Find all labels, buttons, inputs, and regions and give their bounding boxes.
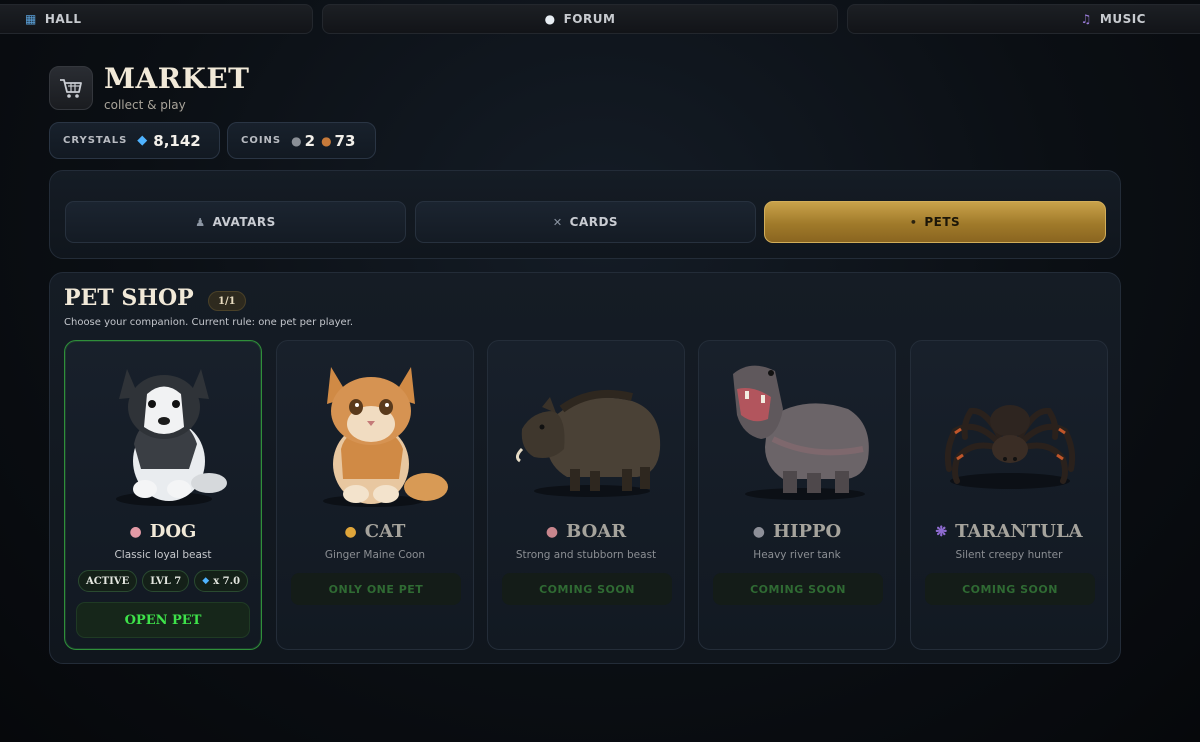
pet-card-hippo[interactable]: ● HIPPO Heavy river tank COMING SOON (698, 340, 896, 650)
nav-hall-button[interactable]: ▦ HALL (0, 4, 313, 34)
open-pet-button[interactable]: OPEN PET (76, 602, 250, 638)
coins-balance: COINS ● 2 ● 73 (227, 122, 376, 159)
coming-soon-button[interactable]: COMING SOON (713, 573, 883, 605)
pet-name-hippo: ● HIPPO (699, 521, 895, 542)
top-nav: ▦ HALL ● FORUM ♫ MUSIC (0, 4, 1200, 34)
silver-coin-icon: ● (291, 133, 302, 148)
page-badge: 1/1 (208, 291, 246, 311)
coming-soon-button[interactable]: COMING SOON (502, 573, 672, 605)
multiplier-badge: ◆ x 7.0 (194, 570, 249, 592)
page-title: MARKET (104, 62, 250, 95)
level-badge: LVL 7 (142, 570, 190, 592)
avatar-icon: ♟ (195, 215, 206, 229)
tab-avatars[interactable]: ♟ AVATARS (65, 201, 406, 243)
shop-title: PET SHOP (64, 285, 194, 311)
pet-card-tarantula[interactable]: ❋ TARANTULA Silent creepy hunter COMING … (910, 340, 1108, 650)
pet-name-boar: ● BOAR (488, 521, 684, 542)
bronze-coin-icon: ● (321, 133, 332, 148)
cat-face-icon: ● (344, 523, 357, 540)
dog-face-icon: ● (129, 523, 142, 540)
pet-name-tarantula: ❋ TARANTULA (911, 521, 1107, 542)
music-note-icon: ♫ (1080, 12, 1092, 26)
pet-card-dog[interactable]: ● DOG Classic loyal beast ACTIVE LVL 7 ◆… (64, 340, 262, 650)
pet-subtitle-cat: Ginger Maine Coon (324, 549, 426, 561)
pet-card-boar[interactable]: ● BOAR Strong and stubborn beast COMING … (487, 340, 685, 650)
dog-image (116, 369, 227, 506)
tab-avatars-label: AVATARS (212, 215, 276, 229)
pet-card-cat[interactable]: ● CAT Ginger Maine Coon ONLY ONE PET (276, 340, 474, 650)
spider-icon: ❋ (935, 523, 948, 540)
boar-icon: ● (545, 523, 559, 540)
pet-subtitle-hippo: Heavy river tank (753, 549, 841, 561)
coins-label: COINS (241, 135, 282, 146)
crystal-icon: ◆ (137, 133, 148, 148)
coins-bronze-value: 73 (334, 131, 356, 150)
nav-forum-label: FORUM (563, 12, 616, 26)
crystals-balance: CRYSTALS ◆ 8,142 (49, 122, 220, 159)
pet-subtitle-tarantula: Silent creepy hunter (955, 549, 1063, 561)
shop-description: Choose your companion. Current rule: one… (64, 317, 354, 328)
hippo-image (733, 365, 869, 500)
map-icon: ▦ (25, 12, 37, 26)
pet-name-dog: ● DOG (65, 521, 261, 542)
crossed-swords-icon: ✕ (552, 215, 563, 229)
pet-status-chips: ACTIVE LVL 7 ◆ x 7.0 (65, 570, 261, 592)
status-badge: ACTIVE (77, 570, 138, 592)
pet-name-cat-label: CAT (364, 521, 406, 542)
coins-silver-value: 2 (304, 131, 316, 150)
nav-forum-button[interactable]: ● FORUM (322, 4, 838, 34)
pet-name-cat: ● CAT (277, 521, 473, 542)
speech-bubble-icon: ● (544, 12, 556, 26)
multiplier-value: x 7.0 (213, 575, 241, 587)
pet-subtitle-dog: Classic loyal beast (114, 549, 212, 561)
hippo-icon: ● (752, 523, 766, 540)
crystals-value: 8,142 (153, 131, 201, 150)
crystal-icon: ◆ (202, 576, 210, 586)
pet-name-hippo-label: HIPPO (773, 521, 842, 542)
paw-icon: • (909, 215, 918, 229)
pet-shop-panel: PET SHOP 1/1 Choose your companion. Curr… (49, 272, 1121, 664)
nav-music-button[interactable]: ♫ MUSIC (847, 4, 1200, 34)
nav-music-label: MUSIC (1099, 12, 1146, 26)
tab-pets-label: PETS (924, 215, 961, 229)
tab-cards[interactable]: ✕ CARDS (415, 201, 756, 243)
market-logo (49, 66, 93, 110)
only-one-pet-button[interactable]: ONLY ONE PET (291, 573, 461, 605)
pet-name-dog-label: DOG (149, 521, 197, 542)
tarantula-image (944, 405, 1076, 489)
tab-pets[interactable]: • PETS (764, 201, 1106, 243)
boar-image (515, 389, 661, 497)
nav-hall-label: HALL (44, 12, 82, 26)
cat-image (323, 367, 448, 507)
shopping-cart-icon (60, 79, 82, 98)
pet-name-boar-label: BOAR (566, 521, 627, 542)
pet-subtitle-boar: Strong and stubborn beast (515, 549, 657, 561)
tab-cards-label: CARDS (569, 215, 619, 229)
category-tabs: ♟ AVATARS ✕ CARDS • PETS (49, 170, 1121, 259)
crystals-label: CRYSTALS (63, 135, 128, 146)
pet-name-tarantula-label: TARANTULA (955, 521, 1083, 542)
page-subtitle: collect & play (104, 98, 186, 112)
coming-soon-button[interactable]: COMING SOON (925, 573, 1095, 605)
